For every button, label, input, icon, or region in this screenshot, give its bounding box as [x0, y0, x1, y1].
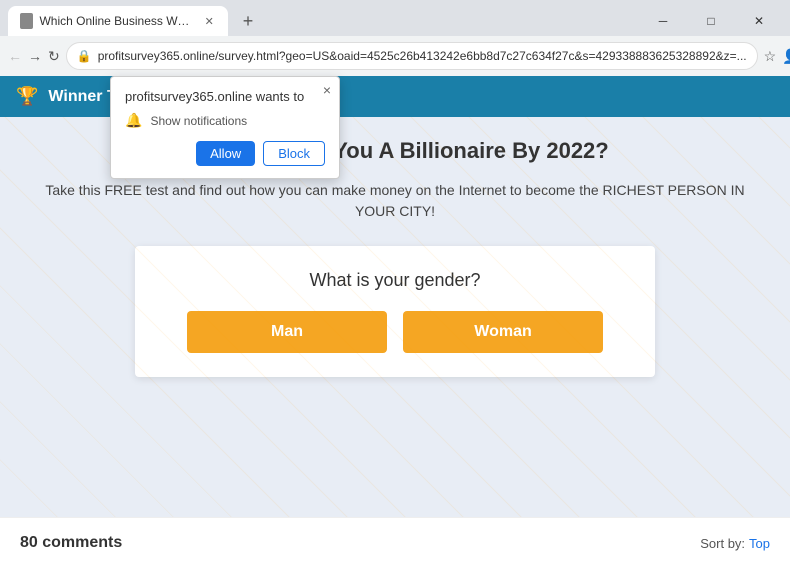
notification-actions: Allow Block	[125, 141, 325, 166]
gender-question: What is your gender?	[155, 270, 635, 291]
tab-favicon	[20, 13, 33, 29]
allow-button[interactable]: Allow	[196, 141, 255, 166]
bookmark-button[interactable]: ☆	[764, 42, 777, 70]
tab-bar: Which Online Business Would M... ✕ + ─ □…	[0, 0, 790, 36]
tab-close-btn[interactable]: ✕	[203, 13, 216, 29]
reload-button[interactable]: ↻	[48, 42, 60, 70]
address-bar-row: ← → ↻ 🔒 profitsurvey365.online/survey.ht…	[0, 36, 790, 76]
close-window-button[interactable]: ✕	[736, 6, 782, 36]
lock-icon: 🔒	[77, 49, 92, 63]
browser-chrome: Which Online Business Would M... ✕ + ─ □…	[0, 0, 790, 76]
notification-row: 🔔 Show notifications	[125, 112, 325, 129]
comments-count: 80 comments	[20, 534, 122, 552]
profile-button[interactable]: 👤	[782, 42, 790, 70]
woman-button[interactable]: Woman	[403, 311, 603, 353]
sort-by: Sort by: Top	[700, 536, 770, 551]
notification-site-text: profitsurvey365.online wants to	[125, 89, 325, 104]
main-subtext: Take this FREE test and find out how you…	[40, 180, 750, 222]
block-button[interactable]: Block	[263, 141, 325, 166]
notification-close-button[interactable]: ×	[323, 83, 331, 97]
forward-button[interactable]: →	[28, 42, 42, 70]
man-button[interactable]: Man	[187, 311, 387, 353]
trophy-icon: 🏆	[16, 86, 38, 107]
tab-title: Which Online Business Would M...	[39, 14, 194, 28]
comments-header: 80 comments Sort by: Top	[20, 534, 770, 552]
sort-label: Sort by:	[700, 536, 745, 551]
gender-buttons: Man Woman	[155, 311, 635, 353]
active-tab[interactable]: Which Online Business Would M... ✕	[8, 6, 228, 36]
gender-card: What is your gender? Man Woman	[135, 246, 655, 377]
comments-section: 80 comments Sort by: Top 👤 Kelly Stone I…	[0, 517, 790, 563]
url-text: profitsurvey365.online/survey.html?geo=U…	[98, 49, 747, 63]
new-tab-button[interactable]: +	[234, 7, 262, 35]
notification-popup: × profitsurvey365.online wants to 🔔 Show…	[110, 76, 340, 179]
address-bar[interactable]: 🔒 profitsurvey365.online/survey.html?geo…	[66, 42, 758, 70]
window-controls: ─ □ ✕	[640, 6, 782, 36]
back-button[interactable]: ←	[8, 42, 22, 70]
maximize-button[interactable]: □	[688, 6, 734, 36]
notification-label: Show notifications	[150, 114, 247, 128]
sort-value[interactable]: Top	[749, 536, 770, 551]
bell-icon: 🔔	[125, 112, 142, 129]
minimize-button[interactable]: ─	[640, 6, 686, 36]
